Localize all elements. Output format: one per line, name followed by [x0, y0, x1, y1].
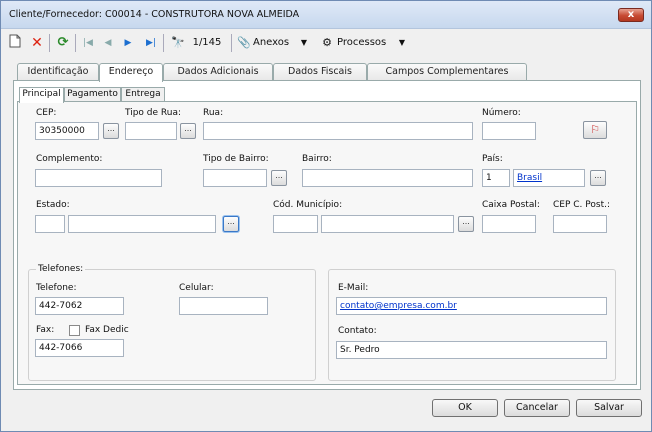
tab-identificacao[interactable]: Identificação — [17, 63, 99, 81]
first-record-icon[interactable]: |◀ — [81, 34, 95, 52]
close-button[interactable]: x — [618, 8, 644, 22]
last-record-icon[interactable]: ▶| — [143, 34, 159, 52]
toolbar-separator — [49, 34, 50, 52]
salvar-button[interactable]: Salvar — [576, 399, 642, 417]
numero-input[interactable] — [482, 122, 536, 140]
toolbar-separator — [75, 34, 76, 52]
subtab-principal[interactable]: Principal — [19, 87, 64, 103]
tab-dados-adicionais[interactable]: Dados Adicionais — [163, 63, 273, 81]
record-position: 1/145 — [192, 37, 222, 48]
cancelar-button[interactable]: Cancelar — [504, 399, 570, 417]
new-record-icon[interactable] — [7, 34, 23, 52]
celular-input[interactable] — [179, 297, 268, 315]
pais-name-link[interactable]: Brasil — [513, 169, 585, 187]
contato-input[interactable]: Sr. Pedro — [336, 341, 607, 359]
subtab-entrega[interactable]: Entrega — [121, 87, 165, 102]
cep-lookup-button[interactable]: ... — [103, 123, 119, 139]
pais-code-input[interactable]: 1 — [482, 169, 510, 187]
binoculars-icon[interactable]: 🔭 — [169, 34, 187, 52]
dialog-window: Cliente/Fornecedor: C00014 - CONSTRUTORA… — [0, 0, 652, 432]
bairro-label: Bairro: — [302, 154, 332, 164]
chevron-down-icon[interactable]: ▼ — [299, 34, 309, 52]
tipo-rua-lookup-button[interactable]: ... — [180, 123, 196, 139]
caixa-postal-label: Caixa Postal: — [482, 200, 540, 210]
gear-process-icon[interactable]: ⚙ — [319, 34, 335, 52]
estado-lookup-button[interactable]: ... — [223, 216, 239, 232]
contato-group — [328, 269, 616, 381]
cep-cpost-input[interactable] — [553, 215, 607, 233]
municipio-lookup-button[interactable]: ... — [458, 216, 474, 232]
tipo-bairro-input[interactable] — [203, 169, 267, 187]
estado-code-input[interactable] — [35, 215, 65, 233]
tipo-rua-input[interactable] — [125, 122, 177, 140]
pais-label: País: — [482, 154, 503, 164]
tipo-bairro-lookup-button[interactable]: ... — [271, 170, 287, 186]
ok-button[interactable]: OK — [432, 399, 498, 417]
processos-menu[interactable]: Processos — [337, 34, 393, 52]
fax-dedic-checkbox[interactable] — [69, 325, 80, 336]
complemento-input[interactable] — [35, 169, 162, 187]
telefones-group-label: Telefones: — [36, 264, 86, 274]
estado-label: Estado: — [36, 200, 70, 210]
toolbar-separator — [231, 34, 232, 52]
chevron-down-icon[interactable]: ▼ — [397, 34, 407, 52]
tab-endereco[interactable]: Endereço — [99, 63, 163, 82]
municipio-label: Cód. Município: — [273, 200, 343, 210]
tipo-bairro-label: Tipo de Bairro: — [203, 154, 269, 164]
cep-input[interactable]: 30350000 — [35, 122, 99, 140]
toolbar-separator — [163, 34, 164, 52]
tab-dados-fiscais[interactable]: Dados Fiscais — [273, 63, 367, 81]
tab-campos-complementares[interactable]: Campos Complementares — [367, 63, 527, 81]
map-icon[interactable]: ⚐ — [583, 121, 607, 139]
window-title: Cliente/Fornecedor: C00014 - CONSTRUTORA… — [9, 9, 300, 20]
refresh-icon[interactable]: ⟳ — [55, 34, 71, 52]
celular-label: Celular: — [179, 283, 214, 293]
complemento-label: Complemento: — [36, 154, 103, 164]
fax-dedic-label: Fax Dedic — [85, 325, 129, 335]
paperclip-icon[interactable]: 📎 — [237, 34, 251, 52]
email-label: E-Mail: — [338, 283, 369, 293]
toolbar: ✕ ⟳ |◀ ◀ ▶ ▶| 🔭 1/145 📎 Anexos ▼ ⚙ Proce… — [1, 30, 651, 56]
telefone-input[interactable]: 442-7062 — [35, 297, 124, 315]
fax-label: Fax: — [36, 325, 55, 335]
fax-input[interactable]: 442-7066 — [35, 339, 124, 357]
previous-record-icon[interactable]: ◀ — [101, 34, 115, 52]
contato-label: Contato: — [338, 326, 377, 336]
estado-name-input[interactable] — [68, 215, 216, 233]
anexos-menu[interactable]: Anexos — [253, 34, 299, 52]
rua-label: Rua: — [203, 108, 224, 118]
cep-label: CEP: — [36, 108, 57, 118]
delete-icon[interactable]: ✕ — [29, 34, 45, 52]
rua-input[interactable] — [203, 122, 473, 140]
numero-label: Número: — [482, 108, 521, 118]
telefone-label: Telefone: — [36, 283, 77, 293]
municipio-code-input[interactable] — [273, 215, 318, 233]
email-input[interactable]: contato@empresa.com.br — [336, 297, 607, 315]
title-bar[interactable]: Cliente/Fornecedor: C00014 - CONSTRUTORA… — [1, 1, 651, 29]
next-record-icon[interactable]: ▶ — [121, 34, 135, 52]
caixa-postal-input[interactable] — [482, 215, 536, 233]
cep-cpost-label: CEP C. Post.: — [553, 200, 610, 210]
bairro-input[interactable] — [302, 169, 473, 187]
subtab-pagamento[interactable]: Pagamento — [64, 87, 121, 102]
municipio-name-input[interactable] — [321, 215, 454, 233]
pais-lookup-button[interactable]: ... — [590, 170, 606, 186]
tipo-rua-label: Tipo de Rua: — [125, 108, 182, 118]
